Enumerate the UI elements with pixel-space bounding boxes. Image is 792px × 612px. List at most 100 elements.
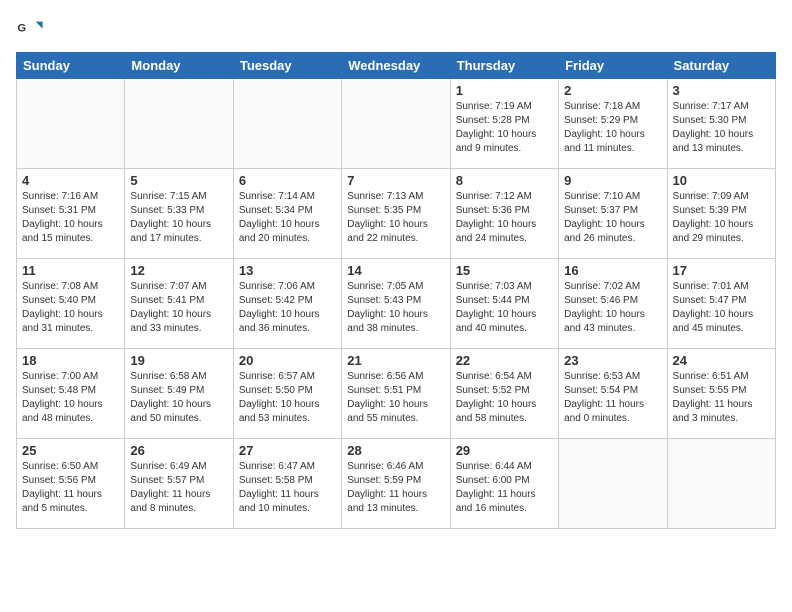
- calendar-cell: 24 Sunrise: 6:51 AMSunset: 5:55 PMDayligh…: [667, 349, 775, 439]
- day-number: 2: [564, 83, 661, 98]
- day-number: 9: [564, 173, 661, 188]
- calendar-cell: [17, 79, 125, 169]
- day-number: 13: [239, 263, 336, 278]
- day-info: Sunrise: 6:56 AMSunset: 5:51 PMDaylight:…: [347, 370, 444, 426]
- day-info: Sunrise: 7:02 AMSunset: 5:46 PMDaylight:…: [564, 280, 661, 336]
- day-number: 7: [347, 173, 444, 188]
- day-info: Sunrise: 7:00 AMSunset: 5:48 PMDaylight:…: [22, 370, 119, 426]
- day-info: Sunrise: 7:01 AMSunset: 5:47 PMDaylight:…: [673, 280, 770, 336]
- calendar-cell: 27 Sunrise: 6:47 AMSunset: 5:58 PMDayligh…: [233, 439, 341, 529]
- calendar-cell: 22Sunrise: 6:54 AMSunset: 5:52 PMDayligh…: [450, 349, 558, 439]
- calendar-cell: [667, 439, 775, 529]
- day-info: Sunrise: 7:03 AMSunset: 5:44 PMDaylight:…: [456, 280, 553, 336]
- calendar-cell: 28Sunrise: 6:46 AMSunset: 5:59 PMDayligh…: [342, 439, 450, 529]
- calendar-cell: 7Sunrise: 7:13 AMSunset: 5:35 PMDaylight…: [342, 169, 450, 259]
- weekday-header-wednesday: Wednesday: [342, 53, 450, 79]
- calendar-cell: 15 Sunrise: 7:03 AMSunset: 5:44 PMDayligh…: [450, 259, 558, 349]
- weekday-header-monday: Monday: [125, 53, 233, 79]
- day-info: Sunrise: 7:06 AMSunset: 5:42 PMDaylight:…: [239, 280, 336, 336]
- calendar-cell: 18 Sunrise: 7:00 AMSunset: 5:48 PMDayligh…: [17, 349, 125, 439]
- calendar-cell: [559, 439, 667, 529]
- day-info: Sunrise: 6:47 AMSunset: 5:58 PMDaylight:…: [239, 460, 336, 516]
- day-number: 17: [673, 263, 770, 278]
- day-info: Sunrise: 7:07 AMSunset: 5:41 PMDaylight:…: [130, 280, 227, 336]
- day-info: Sunrise: 7:18 AMSunset: 5:29 PMDaylight:…: [564, 100, 661, 156]
- day-number: 18: [22, 353, 119, 368]
- calendar-cell: 4 Sunrise: 7:16 AMSunset: 5:31 PMDaylight…: [17, 169, 125, 259]
- calendar-cell: [125, 79, 233, 169]
- day-number: 16: [564, 263, 661, 278]
- calendar-cell: 16 Sunrise: 7:02 AMSunset: 5:46 PMDayligh…: [559, 259, 667, 349]
- calendar-cell: [233, 79, 341, 169]
- day-info: Sunrise: 7:15 AMSunset: 5:33 PMDaylight:…: [130, 190, 227, 246]
- weekday-header-row: SundayMondayTuesdayWednesdayThursdayFrid…: [17, 53, 776, 79]
- weekday-header-thursday: Thursday: [450, 53, 558, 79]
- day-number: 28: [347, 443, 444, 458]
- week-row-1: 1Sunrise: 7:19 AMSunset: 5:28 PMDaylight…: [17, 79, 776, 169]
- calendar-cell: 8Sunrise: 7:12 AMSunset: 5:36 PMDaylight…: [450, 169, 558, 259]
- day-info: Sunrise: 7:17 AMSunset: 5:30 PMDaylight:…: [673, 100, 770, 156]
- weekday-header-friday: Friday: [559, 53, 667, 79]
- calendar-cell: 13 Sunrise: 7:06 AMSunset: 5:42 PMDayligh…: [233, 259, 341, 349]
- day-number: 19: [130, 353, 227, 368]
- calendar-cell: 3 Sunrise: 7:17 AMSunset: 5:30 PMDaylight…: [667, 79, 775, 169]
- calendar-cell: 5 Sunrise: 7:15 AMSunset: 5:33 PMDaylight…: [125, 169, 233, 259]
- day-number: 24: [673, 353, 770, 368]
- day-info: Sunrise: 7:10 AMSunset: 5:37 PMDaylight:…: [564, 190, 661, 246]
- week-row-2: 4 Sunrise: 7:16 AMSunset: 5:31 PMDaylight…: [17, 169, 776, 259]
- day-info: Sunrise: 6:58 AMSunset: 5:49 PMDaylight:…: [130, 370, 227, 426]
- day-number: 10: [673, 173, 770, 188]
- day-number: 25: [22, 443, 119, 458]
- day-info: Sunrise: 7:05 AMSunset: 5:43 PMDaylight:…: [347, 280, 444, 336]
- day-info: Sunrise: 6:53 AMSunset: 5:54 PMDaylight:…: [564, 370, 661, 426]
- day-info: Sunrise: 7:16 AMSunset: 5:31 PMDaylight:…: [22, 190, 119, 246]
- weekday-header-tuesday: Tuesday: [233, 53, 341, 79]
- day-info: Sunrise: 7:14 AMSunset: 5:34 PMDaylight:…: [239, 190, 336, 246]
- day-info: Sunrise: 6:50 AMSunset: 5:56 PMDaylight:…: [22, 460, 119, 516]
- day-info: Sunrise: 6:54 AMSunset: 5:52 PMDaylight:…: [456, 370, 553, 426]
- page-header: G: [16, 16, 776, 44]
- day-number: 14: [347, 263, 444, 278]
- day-number: 1: [456, 83, 553, 98]
- day-number: 8: [456, 173, 553, 188]
- day-number: 11: [22, 263, 119, 278]
- calendar-cell: 6 Sunrise: 7:14 AMSunset: 5:34 PMDaylight…: [233, 169, 341, 259]
- day-number: 20: [239, 353, 336, 368]
- day-info: Sunrise: 6:44 AMSunset: 6:00 PMDaylight:…: [456, 460, 553, 516]
- calendar-cell: 1Sunrise: 7:19 AMSunset: 5:28 PMDaylight…: [450, 79, 558, 169]
- day-number: 27: [239, 443, 336, 458]
- calendar-cell: 29 Sunrise: 6:44 AMSunset: 6:00 PMDayligh…: [450, 439, 558, 529]
- calendar-cell: 17 Sunrise: 7:01 AMSunset: 5:47 PMDayligh…: [667, 259, 775, 349]
- svg-text:G: G: [17, 22, 26, 34]
- week-row-5: 25 Sunrise: 6:50 AMSunset: 5:56 PMDayligh…: [17, 439, 776, 529]
- calendar-cell: 23Sunrise: 6:53 AMSunset: 5:54 PMDayligh…: [559, 349, 667, 439]
- calendar-table: SundayMondayTuesdayWednesdayThursdayFrid…: [16, 52, 776, 529]
- day-number: 26: [130, 443, 227, 458]
- day-number: 29: [456, 443, 553, 458]
- calendar-cell: 10Sunrise: 7:09 AMSunset: 5:39 PMDayligh…: [667, 169, 775, 259]
- calendar-cell: 19 Sunrise: 6:58 AMSunset: 5:49 PMDayligh…: [125, 349, 233, 439]
- calendar-cell: 25 Sunrise: 6:50 AMSunset: 5:56 PMDayligh…: [17, 439, 125, 529]
- day-number: 6: [239, 173, 336, 188]
- calendar-cell: 11 Sunrise: 7:08 AMSunset: 5:40 PMDayligh…: [17, 259, 125, 349]
- day-number: 5: [130, 173, 227, 188]
- day-number: 15: [456, 263, 553, 278]
- week-row-4: 18 Sunrise: 7:00 AMSunset: 5:48 PMDayligh…: [17, 349, 776, 439]
- day-number: 12: [130, 263, 227, 278]
- calendar-cell: 21Sunrise: 6:56 AMSunset: 5:51 PMDayligh…: [342, 349, 450, 439]
- day-info: Sunrise: 6:51 AMSunset: 5:55 PMDaylight:…: [673, 370, 770, 426]
- logo: G: [16, 16, 48, 44]
- week-row-3: 11 Sunrise: 7:08 AMSunset: 5:40 PMDayligh…: [17, 259, 776, 349]
- day-number: 4: [22, 173, 119, 188]
- calendar-cell: 26 Sunrise: 6:49 AMSunset: 5:57 PMDayligh…: [125, 439, 233, 529]
- calendar-cell: 2 Sunrise: 7:18 AMSunset: 5:29 PMDaylight…: [559, 79, 667, 169]
- day-info: Sunrise: 7:08 AMSunset: 5:40 PMDaylight:…: [22, 280, 119, 336]
- day-info: Sunrise: 6:57 AMSunset: 5:50 PMDaylight:…: [239, 370, 336, 426]
- day-number: 3: [673, 83, 770, 98]
- logo-icon: G: [16, 16, 44, 44]
- weekday-header-sunday: Sunday: [17, 53, 125, 79]
- weekday-header-saturday: Saturday: [667, 53, 775, 79]
- day-info: Sunrise: 6:49 AMSunset: 5:57 PMDaylight:…: [130, 460, 227, 516]
- calendar-cell: 9 Sunrise: 7:10 AMSunset: 5:37 PMDaylight…: [559, 169, 667, 259]
- calendar-cell: 14 Sunrise: 7:05 AMSunset: 5:43 PMDayligh…: [342, 259, 450, 349]
